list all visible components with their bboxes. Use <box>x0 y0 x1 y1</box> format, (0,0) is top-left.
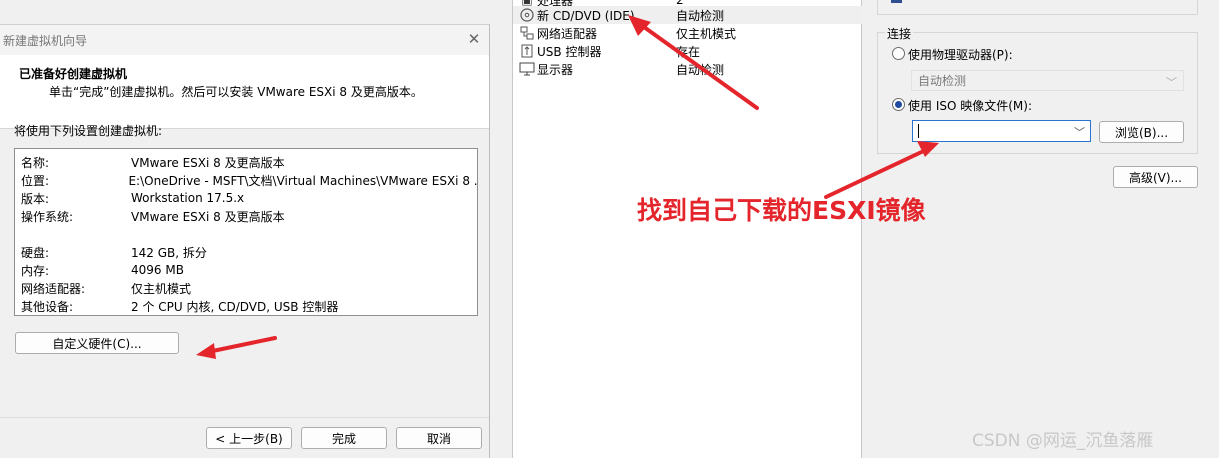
summary-row: 其他设备: 2 个 CPU 内核, CD/DVD, USB 控制器 <box>15 297 477 315</box>
chevron-down-icon[interactable]: ﹀ <box>1074 124 1085 140</box>
hardware-device-list: ▣ 处理器 2 新 CD/DVD (IDE) 自动检测 网络适配器 仅主机模式 … <box>512 0 862 458</box>
connection-group-label: 连接 <box>885 25 914 42</box>
wizard-titlebar: 新建虚拟机向导 <box>0 25 489 55</box>
usb-icon <box>519 44 535 58</box>
summary-row: 网络适配器: 仅主机模式 <box>15 279 477 297</box>
device-name: 显示器 <box>537 62 574 77</box>
iso-path-input[interactable]: ﹀ <box>912 120 1091 142</box>
physical-drive-radio[interactable] <box>892 47 905 60</box>
settings-summary-box: 名称: VMware ESXi 8 及更高版本 位置: E:\OneDrive - … <box>14 148 478 316</box>
watermark: CSDN @网运_沉鱼落雁 <box>972 431 1154 451</box>
summary-value: 4096 MB <box>131 263 184 277</box>
advanced-button[interactable]: 高级(V)... <box>1113 166 1198 188</box>
chevron-down-icon: ﹀ <box>1166 76 1177 89</box>
customize-hardware-button[interactable]: 自定义硬件(C)... <box>15 332 179 354</box>
summary-value: VMware ESXi 8 及更高版本 <box>131 155 285 170</box>
device-settings-panel: 连接 <box>863 0 1219 458</box>
summary-value: VMware ESXi 8 及更高版本 <box>131 209 285 224</box>
summary-key: 操作系统: <box>21 209 74 224</box>
summary-key: 版本: <box>21 191 50 206</box>
wizard-subheading: 单击“完成”创建虚拟机。然后可以安装 VMware ESXi 8 及更高版本。 <box>49 85 423 99</box>
browse-button[interactable]: 浏览(B)... <box>1099 121 1184 143</box>
cd-dvd-icon <box>519 8 535 22</box>
summary-key: 网络适配器: <box>21 281 86 296</box>
device-summary: 自动检测 <box>676 62 725 77</box>
display-icon <box>519 62 535 76</box>
footer-divider <box>0 417 489 418</box>
summary-value: E:\OneDrive - MSFT\文档\Virtual Machines\V… <box>128 173 477 188</box>
summary-value: 仅主机模式 <box>131 281 192 296</box>
device-status-group <box>877 0 1198 15</box>
device-row-usb[interactable]: USB 控制器 存在 <box>513 42 862 60</box>
device-summary: 存在 <box>676 44 701 59</box>
summary-key: 其他设备: <box>21 299 74 314</box>
device-summary: 自动检测 <box>676 8 725 23</box>
cancel-button[interactable]: 取消 <box>396 427 482 449</box>
device-name: 新 CD/DVD (IDE) <box>537 8 635 23</box>
wizard-heading: 已准备好创建虚拟机 <box>19 67 128 81</box>
finish-button[interactable]: 完成 <box>301 427 387 449</box>
summary-row: 操作系统: VMware ESXi 8 及更高版本 <box>15 207 477 225</box>
physical-drive-select[interactable]: 自动检测 ﹀ <box>911 70 1184 91</box>
summary-key: 名称: <box>21 155 50 170</box>
summary-intro: 将使用下列设置创建虚拟机: <box>14 124 163 138</box>
summary-row: 版本: Workstation 17.5.x <box>15 189 477 207</box>
device-summary: 仅主机模式 <box>676 26 737 41</box>
iso-image-radio[interactable] <box>892 98 905 111</box>
summary-value: 142 GB, 拆分 <box>131 245 207 260</box>
summary-value: Workstation 17.5.x <box>131 191 245 205</box>
summary-key: 内存: <box>21 263 50 278</box>
summary-value: 2 个 CPU 内核, CD/DVD, USB 控制器 <box>131 299 339 314</box>
physical-drive-value: 自动检测 <box>918 74 967 88</box>
physical-drive-label: 使用物理驱动器(P): <box>908 48 1013 62</box>
new-vm-wizard-window: 新建虚拟机向导 ✕ 已准备好创建虚拟机 单击“完成”创建虚拟机。然后可以安装 V… <box>0 24 490 458</box>
annotation-text: 找到自己下载的ESXI镜像 <box>637 196 926 225</box>
summary-row: 位置: E:\OneDrive - MSFT\文档\Virtual Machine… <box>15 171 477 189</box>
text-caret <box>918 124 919 138</box>
wizard-title: 新建虚拟机向导 <box>3 33 88 48</box>
summary-key: 硬盘: <box>21 245 50 260</box>
summary-row <box>15 225 477 243</box>
summary-row: 硬盘: 142 GB, 拆分 <box>15 243 477 261</box>
device-row-display[interactable]: 显示器 自动检测 <box>513 60 862 78</box>
checkbox-icon[interactable] <box>891 0 902 3</box>
device-name: 网络适配器 <box>537 26 598 41</box>
summary-row: 内存: 4096 MB <box>15 261 477 279</box>
network-adapter-icon <box>519 26 535 40</box>
iso-image-label: 使用 ISO 映像文件(M): <box>908 99 1032 113</box>
device-name: USB 控制器 <box>537 44 602 59</box>
close-icon[interactable]: ✕ <box>465 30 483 48</box>
device-row-cd-dvd[interactable]: 新 CD/DVD (IDE) 自动检测 <box>513 6 862 24</box>
device-row-network-adapter[interactable]: 网络适配器 仅主机模式 <box>513 24 862 42</box>
summary-row: 名称: VMware ESXi 8 及更高版本 <box>15 153 477 171</box>
wizard-header: 已准备好创建虚拟机 单击“完成”创建虚拟机。然后可以安装 VMware ESXi… <box>0 55 489 129</box>
summary-key: 位置: <box>21 173 50 188</box>
back-button[interactable]: < 上一步(B) <box>206 427 292 449</box>
